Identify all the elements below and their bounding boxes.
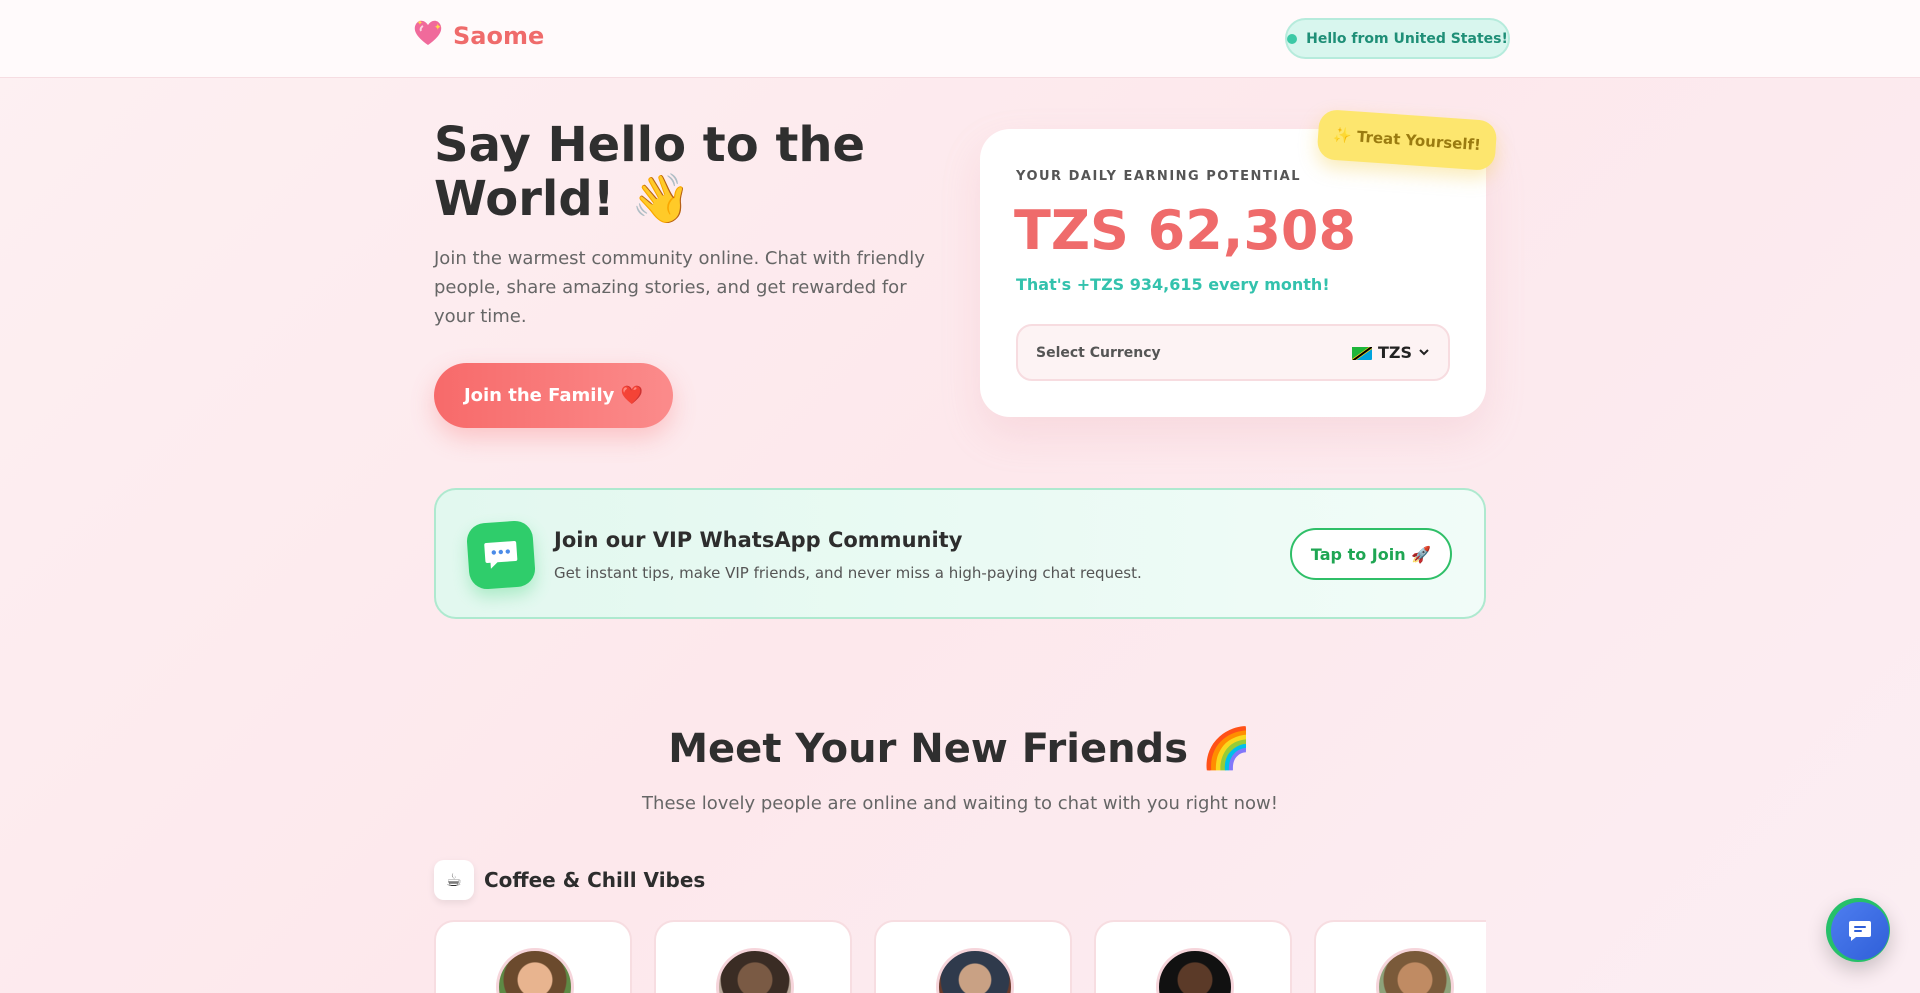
location-badge-text: Hello from United States! [1306,30,1508,47]
category-header: ☕ Coffee & Chill Vibes [434,860,705,900]
friend-card[interactable] [434,920,632,993]
category-label: Coffee & Chill Vibes [484,868,706,892]
hero-subtitle: Join the warmest community online. Chat … [434,248,925,327]
chat-fab-button[interactable] [1826,898,1890,962]
site-header: ✦ ✦ Saome Hello from United States! [0,0,1920,78]
friend-card[interactable] [1314,920,1486,993]
currency-select-label: Select Currency [1036,344,1161,361]
friend-card[interactable] [654,920,852,993]
online-dot-icon [1287,33,1298,44]
chevron-down-icon [1418,343,1430,362]
earnings-monthly: That's +TZS 934,615 every month! [1016,275,1330,294]
currency-code: TZS [1377,343,1412,362]
avatar [1156,948,1234,993]
avatar [1376,948,1454,993]
friends-title: Meet Your New Friends 🌈 [668,726,1252,772]
whatsapp-banner: Join our VIP WhatsApp Community Get inst… [434,488,1486,619]
message-icon [1831,902,1889,960]
chat-bubble-icon [465,519,537,591]
avatar [496,948,574,993]
coffee-icon: ☕ [434,860,474,900]
heart-icon: ✦ ✦ [411,15,445,49]
earnings-card: YOUR DAILY EARNING POTENTIAL TZS 62,308 … [980,129,1486,417]
hero-title-line1: Say Hello to the [434,117,866,173]
friend-card[interactable] [874,920,1072,993]
friend-cards [434,920,1486,993]
currency-select[interactable]: Select Currency TZS [1016,324,1450,381]
tap-to-join-button[interactable]: Tap to Join 🚀 [1290,528,1452,580]
whatsapp-title: Join our VIP WhatsApp Community [554,528,963,552]
svg-text:✦: ✦ [417,19,423,27]
hero-title: Say Hello to the World! 👋 [434,118,954,226]
hero-title-line2: World! 👋 [434,171,692,227]
earnings-value: TZS 62,308 [1014,199,1357,262]
friends-subtitle: These lovely people are online and waiti… [642,793,1278,814]
avatar [936,948,1014,993]
svg-text:✦: ✦ [434,23,442,33]
tanzania-flag-icon [1351,346,1372,360]
join-family-button[interactable]: Join the Family ❤️ [434,363,673,428]
brand-name: Saome [453,22,545,50]
currency-selected[interactable]: TZS [1351,343,1430,362]
avatar [716,948,794,993]
location-badge: Hello from United States! [1285,18,1510,59]
friend-card[interactable] [1094,920,1292,993]
earnings-label: YOUR DAILY EARNING POTENTIAL [1016,169,1301,184]
brand-logo[interactable]: ✦ ✦ Saome [411,14,544,50]
whatsapp-subtitle: Get instant tips, make VIP friends, and … [554,564,1142,582]
